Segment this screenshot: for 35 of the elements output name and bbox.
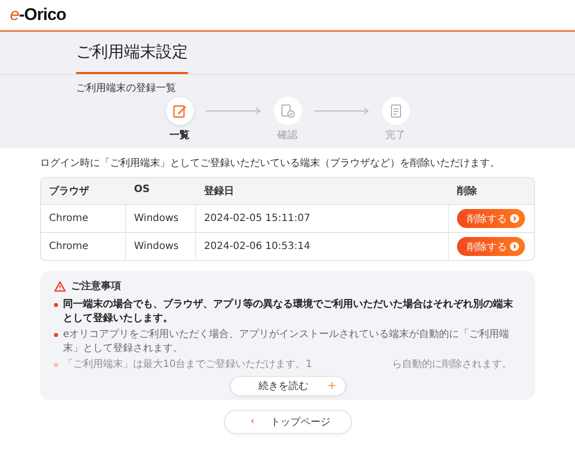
step-label: 完了	[386, 128, 406, 142]
top-page-button[interactable]: ‹ トップページ	[224, 410, 352, 434]
arrow-icon	[206, 107, 262, 115]
step-label: 確認	[278, 128, 298, 142]
table-cell: Windows	[126, 232, 196, 260]
notice-text: 「ご利用端末」は最大10台までご登録いただけます。1	[63, 358, 312, 372]
chevron-circle-icon	[510, 214, 519, 223]
notice-text: ら自動的に削除されます。	[392, 358, 512, 372]
chevron-circle-icon	[510, 242, 519, 251]
column-header: 登録日	[196, 178, 449, 204]
notice-text: eオリコアプリをご利用いただく場合、アプリがインストールされている端末が自動的に「ご利用端末」として登録されます。	[63, 328, 510, 355]
page-title: ご利用端末設定	[76, 42, 188, 74]
step-label: 一覧	[170, 128, 190, 142]
table-cell: 2024-02-05 15:11:07	[196, 204, 449, 232]
table-cell: Chrome	[41, 232, 126, 260]
orico-logo[interactable]: e-Orico	[10, 5, 66, 25]
bullet-dot	[54, 333, 58, 337]
read-more-button[interactable]: 続きを読む +	[230, 376, 346, 396]
warning-icon	[54, 280, 66, 292]
section-caption: ご利用端末の登録一覧	[76, 82, 177, 95]
table-cell: Chrome	[41, 204, 126, 232]
arrow-icon	[314, 107, 370, 115]
intro-text: ログイン時に「ご利用端末」としてご登録いただいている端末（ブラウザなど）を削除いただけます。	[40, 156, 501, 170]
table-cell: Windows	[126, 204, 196, 232]
note-pencil-icon	[172, 104, 186, 118]
bullet-dot	[54, 303, 58, 307]
notice-title: ご注意事項	[71, 279, 121, 293]
document-check-icon	[280, 104, 294, 118]
table-cell: 2024-02-06 10:53:14	[196, 232, 449, 260]
column-header: 削除	[449, 178, 534, 204]
notice-text: 同一端末の場合でも、ブラウザ、アプリ等の異なる環境でご利用いただいた場合はそれぞれ別の端末として登録いたします。	[63, 298, 514, 325]
column-header: OS	[126, 178, 196, 204]
bullet-dot	[54, 363, 58, 367]
column-header: ブラウザ	[41, 178, 126, 204]
document-icon	[388, 104, 402, 118]
